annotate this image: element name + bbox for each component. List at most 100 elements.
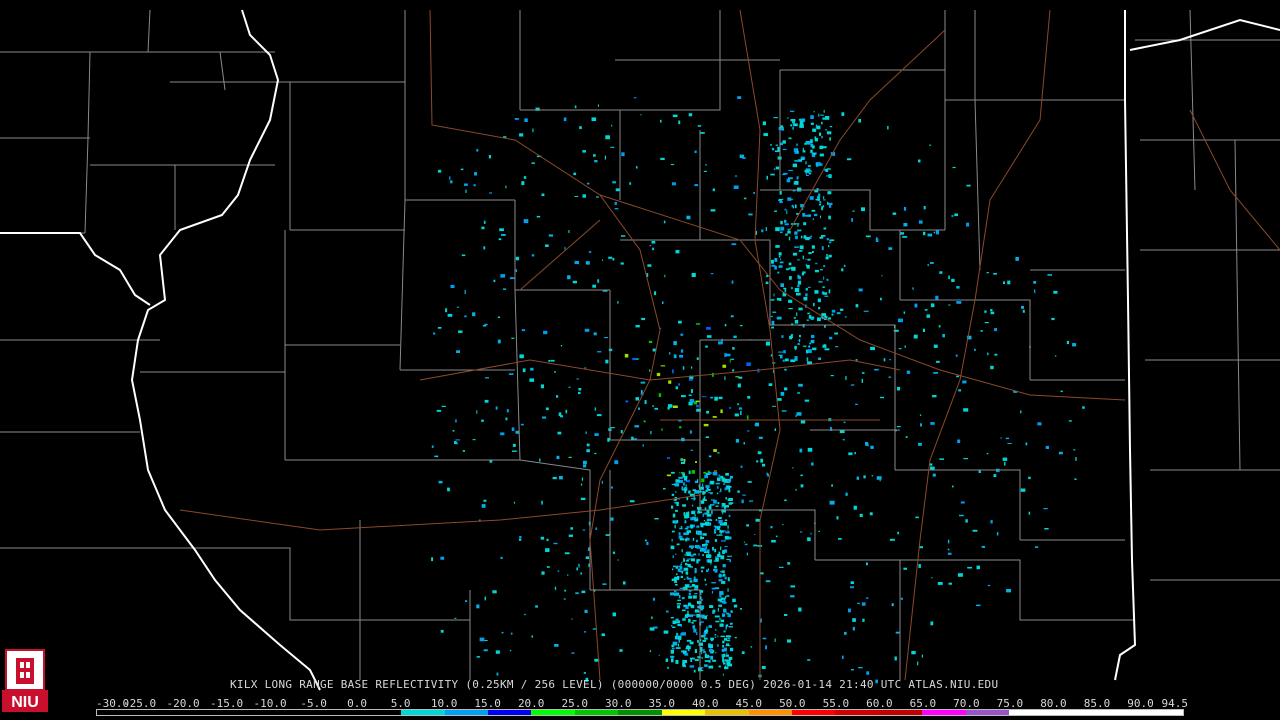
echo-pixel	[897, 531, 900, 535]
echo-pixel	[905, 436, 908, 438]
echo-pixel	[654, 291, 657, 296]
echo-pixel	[754, 424, 756, 426]
echo-pixel	[918, 159, 921, 163]
echo-pixel	[1020, 488, 1026, 492]
scale-swatch	[574, 710, 619, 715]
echo-pixel	[563, 117, 567, 122]
echo-pixel	[821, 136, 823, 139]
echo-pixel	[812, 128, 817, 132]
echo-pixel	[780, 125, 784, 128]
echo-pixel	[728, 489, 731, 493]
echo-pixel	[852, 210, 855, 212]
echo-pixel	[701, 526, 704, 528]
echo-pixel	[723, 630, 726, 633]
echo-pixel	[807, 258, 811, 261]
echo-pixel	[845, 376, 847, 380]
echo-pixel	[484, 377, 489, 379]
echo-pixel	[1007, 443, 1012, 444]
echo-pixel	[819, 236, 824, 239]
echo-pixel	[483, 220, 486, 224]
echo-pixel	[715, 556, 720, 558]
echo-pixel	[672, 555, 674, 558]
echo-pixel	[727, 555, 732, 557]
echo-pixel	[810, 149, 813, 153]
echo-pixel	[712, 609, 716, 613]
echo-pixel	[802, 213, 806, 217]
echo-pixel	[702, 553, 704, 557]
echo-pixel	[948, 275, 950, 280]
echo-pixel	[520, 423, 524, 426]
echo-pixel	[498, 238, 502, 241]
echo-pixel	[724, 665, 726, 670]
echo-pixel	[670, 164, 675, 166]
echo-pixel	[1073, 449, 1076, 451]
echo-pixel	[788, 308, 793, 310]
echo-pixel	[725, 497, 727, 500]
scale-swatch	[1009, 710, 1053, 715]
echo-pixel	[771, 264, 776, 267]
echo-pixel	[918, 564, 921, 568]
echo-pixel	[778, 265, 783, 268]
echo-pixel	[827, 191, 832, 195]
echo-pixel	[846, 158, 852, 161]
echo-pixel	[541, 571, 545, 575]
echo-pixel	[693, 669, 696, 673]
echo-pixel	[690, 449, 693, 451]
echo-pixel	[747, 395, 751, 399]
echo-pixel	[629, 500, 635, 503]
echo-pixel	[721, 613, 726, 617]
echo-pixel	[794, 345, 797, 349]
echo-pixel	[702, 533, 707, 536]
echo-pixel	[799, 245, 804, 250]
echo-pixel	[711, 372, 714, 377]
echo-pixel	[714, 615, 720, 618]
echo-pixel	[1037, 422, 1042, 426]
echo-pixel	[956, 375, 960, 378]
echo-pixel	[738, 407, 743, 410]
echo-pixel	[679, 426, 682, 429]
echo-pixel	[705, 583, 707, 586]
echo-pixel	[581, 477, 583, 481]
echo-pixel	[568, 534, 573, 537]
echo-pixel	[483, 649, 488, 652]
echo-pixel	[722, 645, 725, 648]
echo-pixel	[560, 345, 563, 347]
echo-pixel	[697, 601, 702, 605]
echo-pixel	[713, 568, 718, 572]
echo-pixel	[724, 519, 728, 521]
echo-pixel	[698, 553, 700, 556]
echo-pixel	[754, 534, 756, 535]
echo-pixel	[514, 118, 519, 120]
echo-pixel	[583, 460, 587, 465]
echo-pixel	[828, 289, 831, 294]
echo-pixel	[696, 525, 700, 528]
echo-pixel	[564, 589, 566, 592]
echo-pixel	[936, 360, 940, 363]
echo-pixel	[713, 500, 717, 504]
echo-pixel	[574, 105, 577, 109]
echo-pixel	[578, 563, 580, 568]
echo-pixel	[796, 143, 798, 146]
echo-pixel	[678, 383, 681, 386]
echo-pixel	[684, 527, 689, 530]
echo-pixel	[681, 461, 686, 464]
echo-pixel	[924, 309, 928, 311]
echo-pixel	[774, 428, 776, 431]
echo-pixel	[522, 368, 526, 373]
echo-pixel	[749, 500, 754, 502]
echo-pixel	[594, 160, 598, 163]
echo-pixel	[658, 654, 660, 656]
echo-pixel	[694, 585, 699, 589]
echo-pixel	[582, 194, 586, 198]
echo-pixel	[731, 243, 737, 246]
echo-pixel	[780, 391, 785, 396]
echo-pixel	[811, 317, 815, 319]
echo-pixel	[782, 359, 785, 362]
echo-pixel	[565, 409, 568, 414]
echo-pixel	[726, 353, 731, 357]
echo-pixel	[788, 262, 792, 266]
echo-pixel	[740, 608, 742, 610]
echo-pixel	[497, 339, 501, 344]
echo-pixel	[898, 348, 902, 350]
echo-pixel	[696, 559, 699, 564]
